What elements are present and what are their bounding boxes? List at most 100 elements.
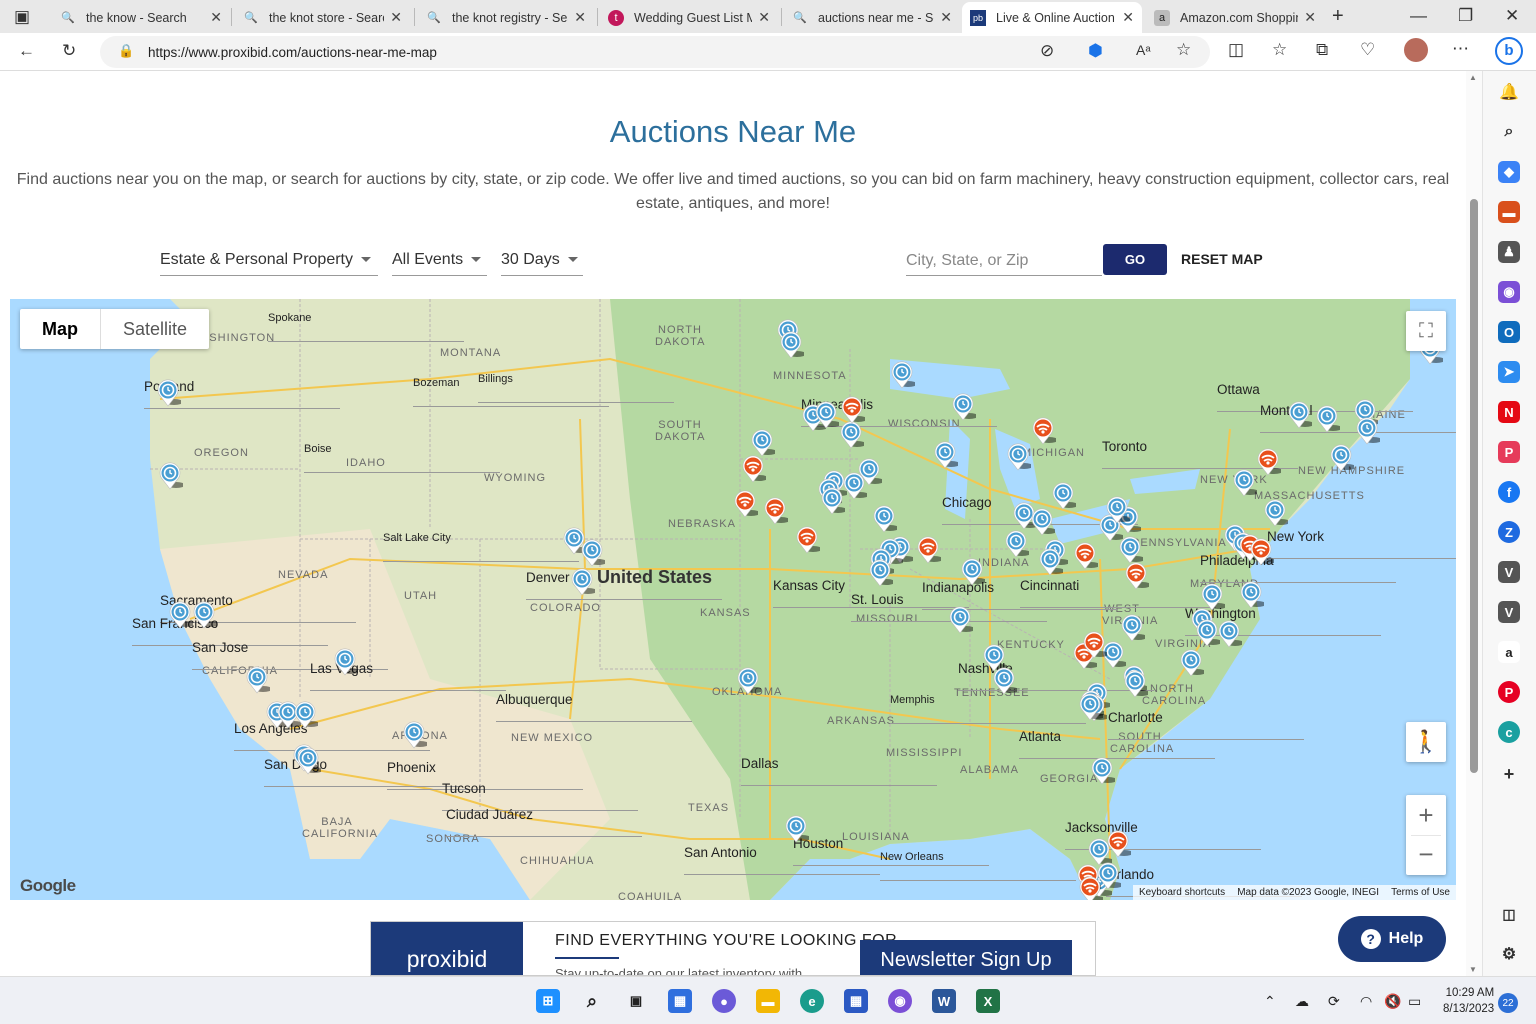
terms-of-use-link[interactable]: Terms of Use (1391, 887, 1450, 898)
extensions-icon[interactable]: ⬢ (1088, 41, 1103, 61)
live-auction-marker[interactable] (1030, 415, 1058, 445)
picsart-icon[interactable]: P (1498, 441, 1520, 463)
close-icon[interactable]: ✕ (758, 9, 770, 26)
vectorworks-icon[interactable]: V (1498, 561, 1520, 583)
timed-auction-marker[interactable] (959, 556, 987, 586)
wifi-icon[interactable]: ◠ (1360, 993, 1372, 1010)
timed-auction-marker[interactable] (819, 485, 847, 515)
timed-auction-marker[interactable] (947, 604, 975, 634)
timed-auction-marker[interactable] (1238, 579, 1266, 609)
tab-search-knot-registry[interactable]: 🔍 the knot registry - Search ✕ (418, 2, 594, 33)
events-dropdown[interactable]: All Events (392, 244, 487, 276)
window-close-icon[interactable]: ✕ (1505, 6, 1519, 26)
timed-auction-marker[interactable] (783, 813, 811, 843)
tab-proxibid-active[interactable]: pb Live & Online Auction ✕ (962, 2, 1142, 33)
map-type-satellite-button[interactable]: Satellite (101, 309, 209, 349)
scroll-thumb[interactable] (1470, 199, 1478, 773)
back-icon[interactable]: ← (18, 41, 35, 61)
more-options-icon[interactable]: ⋯ (1452, 39, 1469, 59)
live-auction-marker[interactable] (1081, 629, 1109, 659)
onedrive-icon[interactable]: ☁ (1295, 993, 1309, 1010)
timed-auction-marker[interactable] (1122, 668, 1150, 698)
timed-auction-marker[interactable] (1216, 618, 1244, 648)
shopping-tag-icon[interactable]: ◆ (1498, 161, 1520, 183)
timed-auction-marker[interactable] (244, 664, 272, 694)
sync-icon[interactable]: ⟳ (1328, 993, 1340, 1010)
close-icon[interactable]: ✕ (1304, 9, 1316, 26)
timed-auction-marker[interactable] (157, 460, 185, 490)
netflix-icon[interactable]: N (1498, 401, 1520, 423)
zillow-icon[interactable]: Z (1498, 521, 1520, 543)
send-icon[interactable]: ➤ (1498, 361, 1520, 383)
timed-auction-marker[interactable] (1178, 647, 1206, 677)
word-icon[interactable]: W (932, 989, 956, 1013)
minimize-icon[interactable]: — (1410, 6, 1427, 26)
timed-auction-marker[interactable] (295, 745, 323, 775)
notifications-bell-icon[interactable]: 🔔 (1498, 81, 1520, 103)
tab-search-know[interactable]: 🔍 the know - Search ✕ (52, 2, 230, 33)
scroll-up-icon[interactable]: ▲ (1469, 73, 1477, 82)
pinterest-icon[interactable]: P (1498, 681, 1520, 703)
read-aloud-icon[interactable]: Aᵃ (1136, 42, 1151, 58)
tracking-prevention-icon[interactable]: ⊘ (1040, 41, 1054, 61)
timed-auction-marker[interactable] (1037, 546, 1065, 576)
search-icon[interactable]: ⌕ (1498, 121, 1520, 143)
favorite-star-icon[interactable]: ☆ (1176, 40, 1191, 60)
browser-essentials-icon[interactable]: ♡ (1360, 40, 1375, 60)
live-auction-marker[interactable] (1072, 540, 1100, 570)
notification-count-badge[interactable]: 22 (1498, 993, 1518, 1013)
profile-avatar[interactable] (1404, 38, 1428, 62)
live-auction-marker[interactable] (1255, 446, 1283, 476)
facebook-icon[interactable]: f (1498, 481, 1520, 503)
cricut-icon[interactable]: c (1498, 721, 1520, 743)
tab-wedding-guest-list[interactable]: t Wedding Guest List M ✕ (600, 2, 778, 33)
timed-auction-marker[interactable] (735, 665, 763, 695)
microsoft-store-icon[interactable]: ▦ (844, 989, 868, 1013)
timed-auction-marker[interactable] (813, 399, 841, 429)
live-auction-marker[interactable] (839, 394, 867, 424)
timed-auction-marker[interactable] (991, 665, 1019, 695)
live-auction-marker[interactable] (762, 495, 790, 525)
close-icon[interactable]: ✕ (940, 9, 952, 26)
timed-auction-marker[interactable] (1003, 528, 1031, 558)
go-button[interactable]: GO (1103, 244, 1167, 275)
live-auction-marker[interactable] (915, 534, 943, 564)
close-icon[interactable]: ✕ (210, 9, 222, 26)
edge-browser-icon[interactable]: e (800, 989, 824, 1013)
timed-auction-marker[interactable] (579, 537, 607, 567)
timed-auction-marker[interactable] (191, 599, 219, 629)
new-tab-button[interactable]: + (1332, 5, 1344, 28)
zoom-out-button[interactable]: − (1411, 835, 1441, 875)
scroll-down-icon[interactable]: ▼ (1469, 965, 1477, 974)
split-screen-icon[interactable]: ◫ (1228, 40, 1244, 60)
battery-icon[interactable]: ▭ (1408, 993, 1421, 1010)
help-button[interactable]: ? Help (1338, 916, 1446, 962)
volume-muted-icon[interactable]: 🔇 (1384, 993, 1401, 1010)
close-icon[interactable]: ✕ (574, 9, 586, 26)
add-sidebar-app-icon[interactable]: + (1498, 763, 1520, 785)
timed-auction-marker[interactable] (1328, 442, 1356, 472)
windows-start-icon[interactable]: ⊞ (536, 989, 560, 1013)
search-icon[interactable]: ⌕ (580, 989, 604, 1013)
timed-auction-marker[interactable] (871, 503, 899, 533)
tab-amazon[interactable]: a Amazon.com Shoppin ✕ (1146, 2, 1324, 33)
timed-auction-marker[interactable] (1029, 506, 1057, 536)
file-explorer-icon[interactable]: ▬ (756, 989, 780, 1013)
copilot-icon[interactable]: ◉ (888, 989, 912, 1013)
timed-auction-marker[interactable] (292, 699, 320, 729)
microsoft365-icon[interactable]: ◉ (1498, 281, 1520, 303)
timed-auction-marker[interactable] (569, 566, 597, 596)
settings-gear-icon[interactable]: ⚙ (1498, 943, 1520, 965)
map-type-map-button[interactable]: Map (20, 309, 101, 349)
timed-auction-marker[interactable] (867, 557, 895, 587)
timed-auction-marker[interactable] (332, 646, 360, 676)
location-search-input[interactable] (906, 246, 1102, 276)
tab-actions-icon[interactable]: ▣ (14, 7, 30, 27)
sidebar-layout-icon[interactable]: ◫ (1498, 903, 1520, 925)
task-view-icon[interactable]: ▣ (624, 989, 648, 1013)
favorites-icon[interactable]: ☆ (1272, 40, 1287, 60)
bing-copilot-icon[interactable]: b (1495, 37, 1523, 65)
restore-icon[interactable]: ❐ (1458, 6, 1473, 26)
timed-auction-marker[interactable] (1089, 755, 1117, 785)
live-auction-marker[interactable] (1077, 874, 1105, 900)
